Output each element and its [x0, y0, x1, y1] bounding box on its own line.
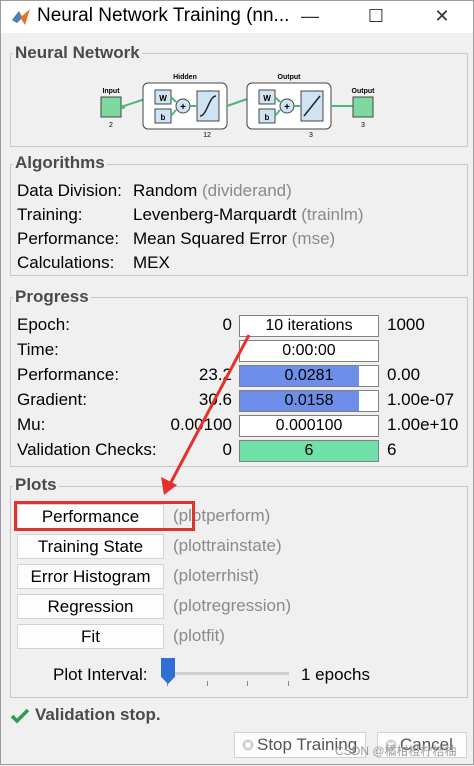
plot-function-label: (plotregression) — [173, 596, 292, 615]
output-layer-label: Output — [278, 74, 302, 81]
progress-bar: 6 — [239, 440, 379, 462]
algorithm-value: MEX — [133, 253, 170, 272]
highlight-box — [14, 501, 195, 531]
training-window: Neural Network Training (nn... — ☐ ✕ Neu… — [0, 0, 474, 765]
fit-plot-button[interactable]: Fit — [17, 624, 164, 649]
algorithms-title: Algorithms — [13, 153, 107, 173]
input-block — [100, 96, 122, 118]
plot-function-label: (plottrainstate) — [173, 536, 282, 555]
progress-label: Validation Checks: — [17, 440, 157, 459]
input-size: 2 — [109, 122, 113, 129]
progress-max-value: 1.00e-07 — [387, 390, 455, 409]
slider-tick — [288, 681, 289, 686]
network-diagram: Input 2 Hidden W b + 12 Output W b + 3 O… — [100, 74, 376, 139]
algorithm-value: Random (dividerand) — [133, 181, 292, 200]
progress-bar-value: 10 iterations — [265, 317, 353, 334]
hidden-w-label: W — [159, 94, 167, 103]
final-output-label: Output — [352, 88, 376, 95]
progress-min-value: 0.00100 — [170, 415, 232, 434]
plot-interval-label: Plot Interval: — [53, 665, 148, 684]
progress-label: Mu: — [17, 415, 46, 434]
progress-label: Gradient: — [17, 390, 87, 409]
algorithm-value: Mean Squared Error (mse) — [133, 229, 336, 248]
training-state-plot-button[interactable]: Training State — [17, 534, 164, 559]
progress-bar-value: 0.0281 — [284, 367, 334, 384]
title-bar: Neural Network Training (nn... — ☐ ✕ — [1, 1, 473, 33]
algorithm-label: Data Division: — [17, 181, 122, 200]
hidden-sum-label: + — [180, 102, 186, 113]
output-w-label: W — [263, 94, 271, 103]
slider-tick — [247, 681, 248, 686]
algorithm-label: Performance: — [17, 229, 120, 248]
algorithm-label: Calculations: — [17, 253, 115, 272]
plot-function-label: (plotfit) — [173, 626, 225, 645]
progress-max-value: 1.00e+10 — [387, 415, 459, 434]
progress-title: Progress — [13, 287, 91, 307]
progress-min-value: 30.6 — [198, 390, 232, 409]
matlab-logo-icon — [12, 9, 30, 25]
progress-bar: 0.000100 — [239, 415, 379, 437]
close-button[interactable]: ✕ — [419, 1, 465, 33]
status-text: Validation stop. — [35, 705, 161, 724]
slider-tick — [207, 681, 208, 686]
progress-bar-value: 0.000100 — [275, 417, 343, 434]
maximize-button[interactable]: ☐ — [353, 1, 399, 33]
progress-max-value: 0.00 — [387, 365, 421, 384]
neural-network-title: Neural Network — [13, 43, 142, 63]
progress-label: Time: — [17, 340, 59, 359]
regression-plot-button[interactable]: Regression — [17, 594, 164, 619]
error-histogram-plot-button[interactable]: Error Histogram — [17, 564, 164, 589]
plot-interval-value: 1 epochs — [301, 665, 370, 684]
watermark-text: CSDN @橘柑橙柠桔柚 — [335, 744, 457, 758]
algorithm-value: Levenberg-Marquardt (trainlm) — [133, 205, 364, 224]
progress-max-value: 6 — [387, 440, 397, 459]
stop-icon — [242, 739, 254, 751]
hidden-b-label: b — [161, 113, 166, 122]
hidden-size: 12 — [203, 132, 211, 139]
progress-bar: 0.0281 — [239, 365, 379, 387]
checkmark-icon — [11, 708, 29, 724]
window-title: Neural Network Training (nn... — [37, 5, 290, 26]
plot-interval-slider[interactable] — [167, 672, 289, 675]
progress-bar: 0:00:00 — [239, 340, 379, 362]
output-layer-size: 3 — [309, 132, 313, 139]
hidden-label: Hidden — [173, 74, 197, 81]
output-block — [352, 96, 374, 118]
algorithm-label: Training: — [17, 205, 83, 224]
plot-function-label: (ploterrhist) — [173, 566, 259, 585]
progress-label: Performance: — [17, 365, 120, 384]
progress-bar-value: 0:00:00 — [282, 342, 336, 359]
progress-label: Epoch: — [17, 315, 70, 334]
progress-bar: 10 iterations — [239, 315, 379, 337]
minimize-button[interactable]: — — [287, 1, 333, 33]
progress-max-value: 1000 — [387, 315, 425, 334]
plots-title: Plots — [13, 475, 59, 495]
input-label: Input — [102, 88, 120, 95]
progress-min-value: 0 — [222, 315, 232, 334]
progress-min-value: 23.2 — [198, 365, 232, 384]
output-sum-label: + — [284, 102, 290, 113]
progress-bar-value: 0.0158 — [284, 392, 334, 409]
final-output-size: 3 — [361, 122, 365, 129]
output-b-label: b — [265, 113, 270, 122]
progress-bar-value: 6 — [304, 442, 314, 459]
progress-min-value: 0 — [222, 440, 232, 459]
progress-bar: 0.0158 — [239, 390, 379, 412]
